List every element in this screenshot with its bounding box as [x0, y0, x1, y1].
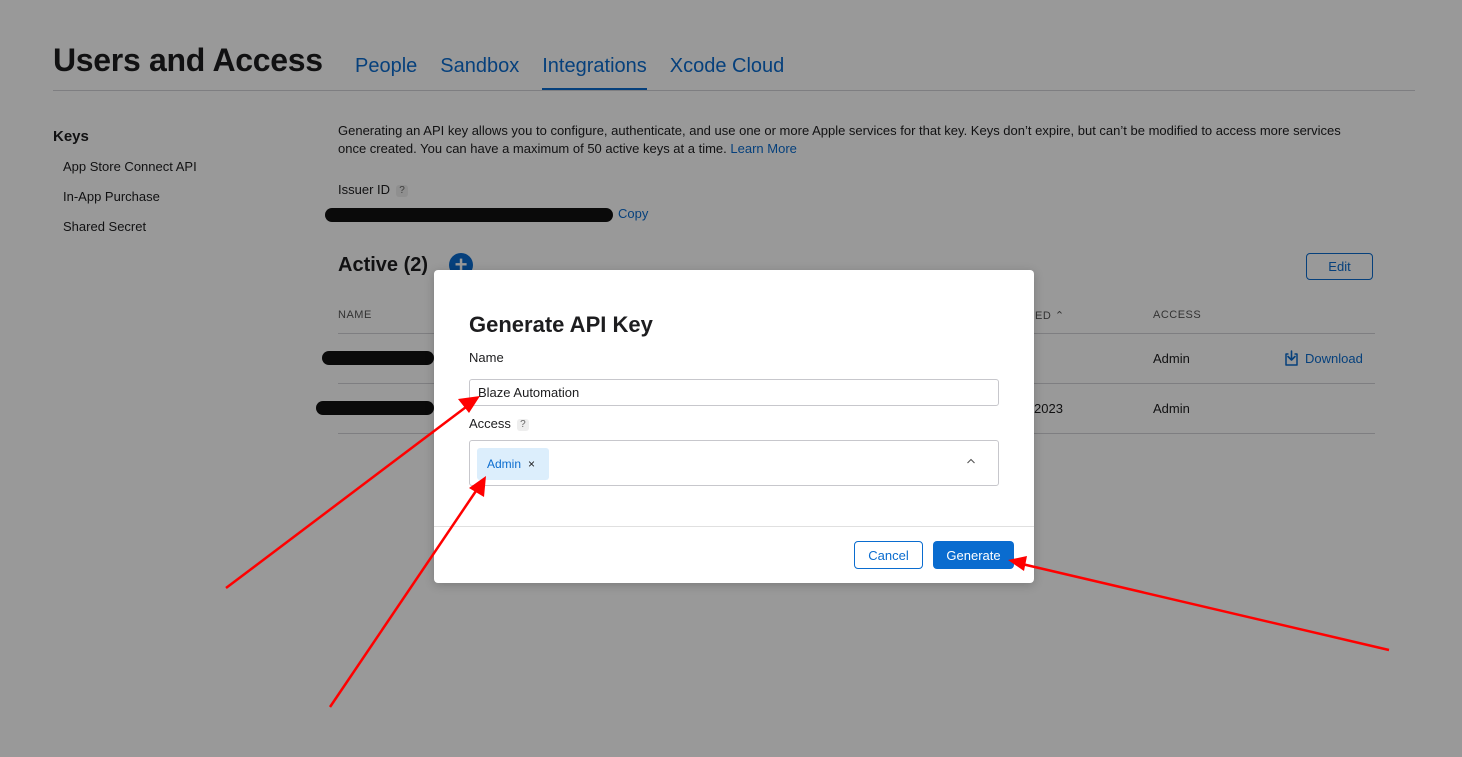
name-input[interactable] — [469, 379, 999, 406]
access-select[interactable]: Admin × — [469, 440, 999, 486]
access-label-text: Access — [469, 416, 511, 431]
generate-button[interactable]: Generate — [933, 541, 1014, 569]
name-label: Name — [469, 350, 504, 365]
dialog-footer-divider — [434, 526, 1034, 527]
access-chip-label: Admin — [487, 457, 522, 471]
access-label: Access? — [469, 416, 529, 431]
dialog-title: Generate API Key — [469, 312, 653, 337]
generate-api-key-dialog: Generate API Key Name Access? Admin × Can… — [434, 270, 1034, 583]
help-icon[interactable]: ? — [516, 419, 529, 431]
chevron-up-icon — [967, 458, 975, 464]
cancel-button[interactable]: Cancel — [854, 541, 923, 569]
remove-chip-icon[interactable]: × — [528, 457, 535, 471]
access-chip-admin: Admin × — [477, 448, 549, 480]
